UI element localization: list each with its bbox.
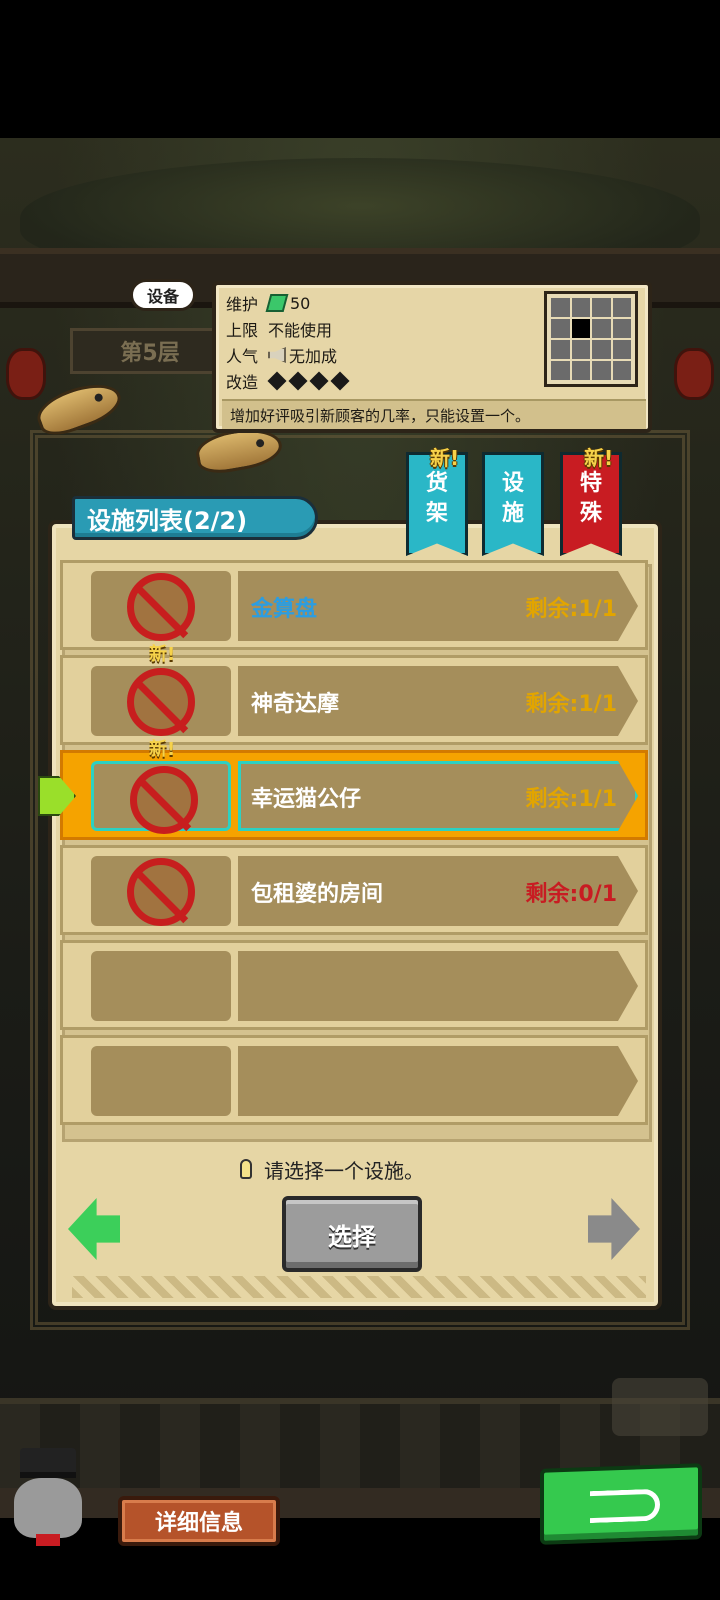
upgrade-level-diamonds bbox=[267, 371, 350, 391]
grid-cell bbox=[551, 319, 570, 338]
item-remaining: 剩余:0/1 bbox=[525, 882, 617, 907]
grid-cell bbox=[592, 319, 611, 338]
popularity-row: 人气 无加成 bbox=[226, 343, 337, 367]
select-button[interactable]: 选择 bbox=[282, 1196, 422, 1272]
grid-cell bbox=[571, 319, 590, 338]
placement-grid bbox=[544, 291, 638, 387]
limit-value: 不能使用 bbox=[268, 321, 333, 340]
lantern-icon bbox=[6, 348, 46, 400]
facility-description: 增加好评吸引新顾客的几率，只能设置一个。 bbox=[222, 399, 646, 429]
item-remaining: 剩余:1/1 bbox=[525, 692, 617, 717]
panel-title: 设施列表(2/2) bbox=[72, 496, 318, 540]
details-button[interactable]: 详细信息 bbox=[118, 1496, 280, 1546]
return-arrow-icon bbox=[590, 1488, 660, 1524]
item-thumbnail bbox=[91, 951, 231, 1021]
unavailable-icon bbox=[127, 573, 195, 641]
grid-cell bbox=[571, 361, 590, 380]
bowtie-icon bbox=[36, 1534, 60, 1546]
tab-label: 施 bbox=[501, 501, 524, 526]
floor-label: 第5层 bbox=[70, 328, 230, 374]
speaker-icon bbox=[268, 347, 286, 363]
diamond-icon bbox=[309, 371, 329, 391]
book-icon[interactable] bbox=[612, 1378, 708, 1436]
unavailable-icon bbox=[130, 766, 198, 834]
grid-cell bbox=[551, 298, 570, 317]
grid-cell bbox=[571, 298, 590, 317]
hint-label: 请选择一个设施。 bbox=[264, 1158, 424, 1183]
unavailable-icon bbox=[127, 858, 195, 926]
item-thumbnail bbox=[91, 571, 231, 641]
list-item[interactable]: 包租婆的房间 剩余:0/1 bbox=[60, 845, 648, 935]
hint-text: 请选择一个设施。 bbox=[240, 1154, 424, 1184]
new-badge: 新! bbox=[149, 739, 176, 760]
list-item-empty bbox=[60, 940, 648, 1030]
top-hat-icon bbox=[20, 1448, 76, 1478]
tab-label: 殊 bbox=[579, 501, 602, 526]
maintenance-value: 50 bbox=[290, 293, 311, 313]
new-badge: 新! bbox=[149, 644, 176, 665]
game-screen: 第5层 设备 维护 50 上限 不能使用 人气 无加成 改造 增加好评吸引新顾客… bbox=[0, 0, 720, 1600]
item-name-box bbox=[238, 951, 638, 1021]
lantern-icon bbox=[674, 348, 714, 400]
item-name: 包租婆的房间 bbox=[251, 882, 384, 907]
maintenance-row: 维护 50 bbox=[226, 291, 310, 315]
maintenance-label: 维护 bbox=[226, 295, 259, 314]
list-item[interactable]: 金算盘 剩余:1/1 bbox=[60, 560, 648, 650]
list-item[interactable]: 新! 神奇达摩 剩余:1/1 bbox=[60, 644, 648, 745]
new-badge: 新! bbox=[430, 446, 460, 470]
diamond-icon bbox=[330, 371, 350, 391]
item-remaining: 剩余:1/1 bbox=[525, 597, 617, 622]
item-thumbnail bbox=[91, 856, 231, 926]
unavailable-icon bbox=[127, 668, 195, 736]
list-item-empty bbox=[60, 1035, 648, 1125]
cat-face-icon bbox=[14, 1478, 82, 1538]
limit-label: 上限 bbox=[226, 321, 259, 340]
grid-cell bbox=[551, 361, 570, 380]
limit-row: 上限 不能使用 bbox=[226, 317, 332, 341]
grid-cell bbox=[612, 340, 631, 359]
category-tag: 设备 bbox=[130, 279, 196, 311]
upgrade-row: 改造 bbox=[226, 369, 350, 393]
new-badge: 新! bbox=[584, 446, 614, 470]
grid-cell bbox=[592, 340, 611, 359]
item-thumbnail bbox=[91, 666, 231, 736]
tab-label: 架 bbox=[425, 501, 448, 526]
grid-cell bbox=[592, 298, 611, 317]
diamond-icon bbox=[288, 371, 308, 391]
item-name-box bbox=[238, 1046, 638, 1116]
item-name: 金算盘 bbox=[251, 597, 318, 622]
grid-cell bbox=[612, 319, 631, 338]
status-bar bbox=[0, 0, 720, 138]
grid-cell bbox=[612, 361, 631, 380]
upgrade-label: 改造 bbox=[226, 373, 259, 392]
return-button[interactable] bbox=[540, 1463, 702, 1545]
item-thumbnail bbox=[91, 761, 231, 834]
tab-label: 设 bbox=[501, 471, 524, 496]
lightbulb-icon bbox=[240, 1159, 252, 1179]
panel-trim bbox=[72, 1276, 646, 1298]
item-name: 幸运猫公仔 bbox=[251, 787, 362, 812]
diamond-icon bbox=[267, 371, 287, 391]
gem-icon bbox=[265, 294, 289, 312]
item-remaining: 剩余:1/1 bbox=[525, 787, 617, 812]
item-thumbnail bbox=[91, 1046, 231, 1116]
grid-cell bbox=[571, 340, 590, 359]
grid-cell bbox=[612, 298, 631, 317]
tab-label: 特 bbox=[579, 471, 602, 496]
facility-info-card: 维护 50 上限 不能使用 人气 无加成 改造 增加好评吸引新顾客的几率，只能设… bbox=[212, 281, 652, 433]
item-name: 神奇达摩 bbox=[251, 692, 340, 717]
grid-cell bbox=[551, 340, 570, 359]
tab-facilities[interactable]: 设 施 bbox=[482, 452, 544, 556]
list-item-selected[interactable]: 新! 幸运猫公仔 剩余:1/1 bbox=[60, 739, 648, 840]
grid-cell bbox=[592, 361, 611, 380]
tab-label: 货 bbox=[425, 471, 448, 496]
popularity-value: 无加成 bbox=[289, 347, 338, 366]
character-avatar[interactable] bbox=[6, 1448, 90, 1554]
popularity-label: 人气 bbox=[226, 347, 259, 366]
